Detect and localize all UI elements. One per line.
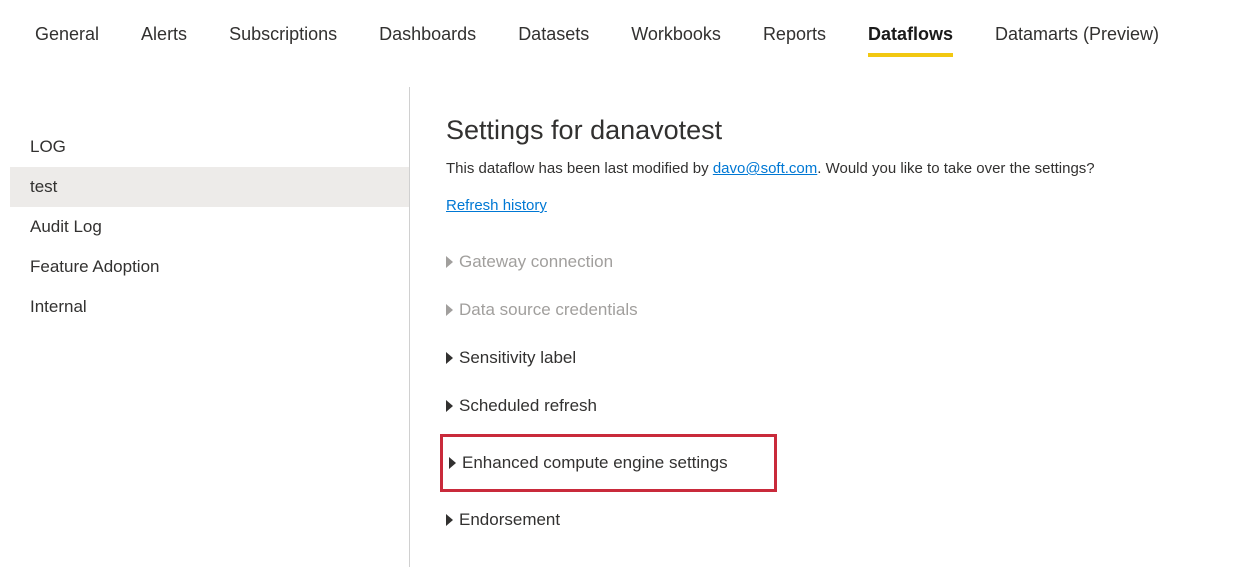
section-gateway-connection[interactable]: Gateway connection: [446, 238, 1252, 286]
subtitle-suffix: . Would you like to take over the settin…: [817, 160, 1094, 177]
section-label: Enhanced compute engine settings: [462, 453, 728, 473]
section-label: Endorsement: [459, 510, 560, 530]
caret-right-icon: [446, 304, 453, 316]
tab-reports[interactable]: Reports: [763, 12, 850, 57]
sidebar-item-test[interactable]: test: [10, 167, 409, 207]
tab-general[interactable]: General: [35, 12, 123, 57]
section-scheduled-refresh[interactable]: Scheduled refresh: [446, 382, 1252, 430]
section-sensitivity-label[interactable]: Sensitivity label: [446, 334, 1252, 382]
caret-right-icon: [449, 457, 456, 469]
accordion-list: Gateway connection Data source credentia…: [446, 238, 1252, 544]
tab-datamarts[interactable]: Datamarts (Preview): [995, 12, 1183, 57]
sidebar-item-internal[interactable]: Internal: [10, 287, 409, 327]
section-label: Data source credentials: [459, 300, 638, 320]
sidebar-item-log[interactable]: LOG: [10, 127, 409, 167]
tab-datasets[interactable]: Datasets: [518, 12, 613, 57]
tab-subscriptions[interactable]: Subscriptions: [229, 12, 361, 57]
sidebar-item-audit-log[interactable]: Audit Log: [10, 207, 409, 247]
section-enhanced-compute-engine[interactable]: Enhanced compute engine settings: [445, 441, 768, 485]
caret-right-icon: [446, 514, 453, 526]
caret-right-icon: [446, 256, 453, 268]
highlighted-section-box: Enhanced compute engine settings: [440, 434, 777, 492]
section-label: Scheduled refresh: [459, 396, 597, 416]
tab-dashboards[interactable]: Dashboards: [379, 12, 500, 57]
subtitle: This dataflow has been last modified by …: [446, 160, 1252, 177]
tab-alerts[interactable]: Alerts: [141, 12, 211, 57]
sidebar-item-feature-adoption[interactable]: Feature Adoption: [10, 247, 409, 287]
section-data-source-credentials[interactable]: Data source credentials: [446, 286, 1252, 334]
refresh-history-link[interactable]: Refresh history: [446, 197, 547, 214]
subtitle-prefix: This dataflow has been last modified by: [446, 160, 713, 177]
section-label: Gateway connection: [459, 252, 613, 272]
section-endorsement[interactable]: Endorsement: [446, 496, 1252, 544]
top-tab-bar: General Alerts Subscriptions Dashboards …: [0, 0, 1252, 57]
page-title: Settings for danavotest: [446, 115, 1252, 146]
tab-workbooks[interactable]: Workbooks: [631, 12, 745, 57]
caret-right-icon: [446, 352, 453, 364]
caret-right-icon: [446, 400, 453, 412]
sidebar: LOG test Audit Log Feature Adoption Inte…: [0, 87, 410, 567]
main-panel: Settings for danavotest This dataflow ha…: [410, 87, 1252, 567]
modified-by-email-link[interactable]: davo@soft.com: [713, 160, 817, 177]
tab-dataflows[interactable]: Dataflows: [868, 12, 977, 57]
section-label: Sensitivity label: [459, 348, 576, 368]
